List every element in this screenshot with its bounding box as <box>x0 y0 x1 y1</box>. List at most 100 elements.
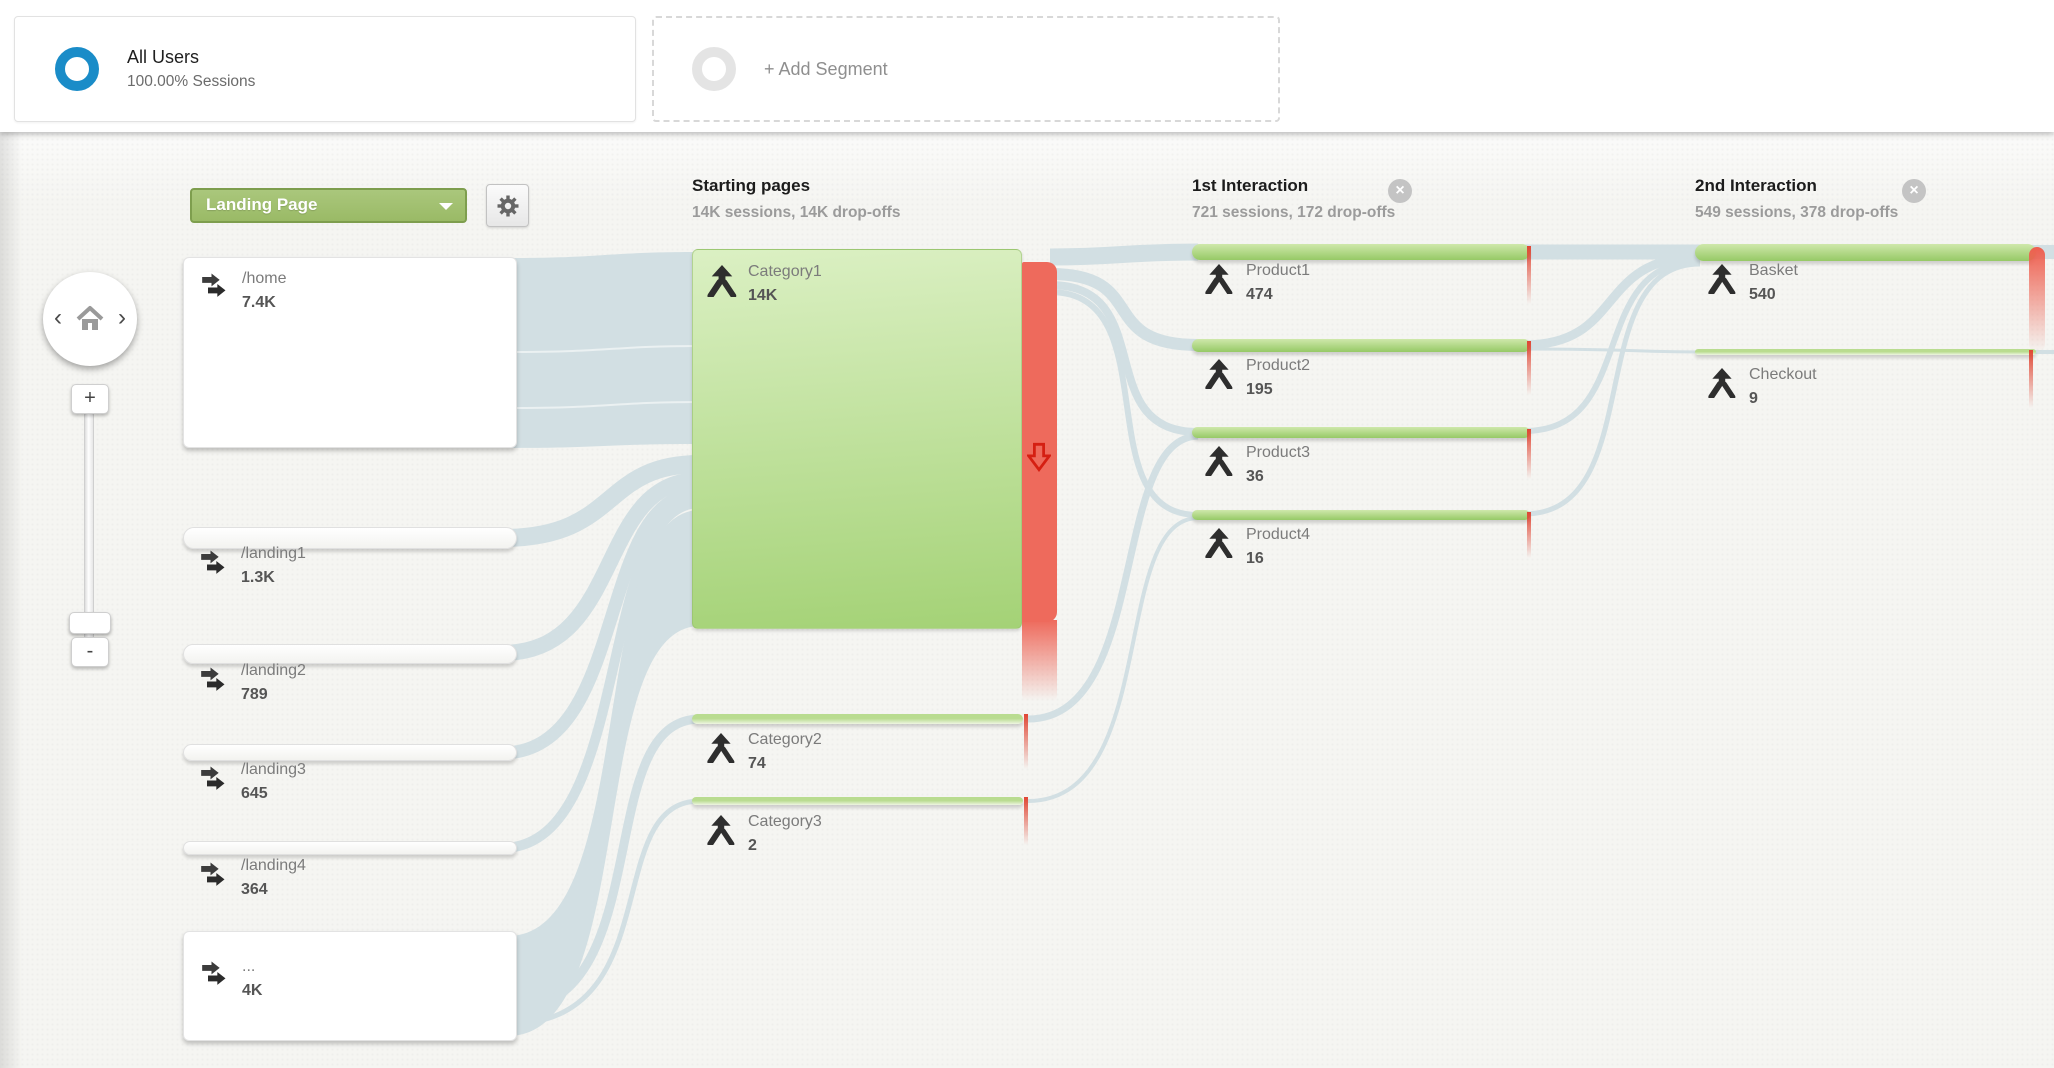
chevron-down-icon <box>439 203 453 210</box>
add-segment-label: + Add Segment <box>764 59 888 80</box>
node-label: Product2 <box>1246 357 1310 375</box>
double-arrow-icon <box>199 859 229 887</box>
node-value: 7.4K <box>242 294 286 312</box>
double-arrow-icon <box>199 763 229 791</box>
remove-step-button[interactable]: × <box>1388 179 1412 203</box>
drop-off-tick <box>1024 797 1028 845</box>
merge-arrow-icon <box>706 733 736 763</box>
home-icon[interactable] <box>74 305 106 333</box>
drop-off-tick <box>1527 341 1531 395</box>
node-value: 36 <box>1246 468 1310 486</box>
merge-arrow-icon <box>1204 446 1234 476</box>
segment-title: All Users <box>127 47 255 68</box>
flow-navigator: ‹ › <box>43 272 137 366</box>
nav-prev-button[interactable]: ‹ <box>54 304 62 332</box>
node-value: 540 <box>1749 286 1798 304</box>
node-category2-bar[interactable] <box>692 714 1023 724</box>
double-arrow-icon <box>199 547 229 575</box>
drop-off-tick <box>2029 350 2033 408</box>
node-value: 789 <box>241 686 306 704</box>
gear-icon <box>496 194 520 218</box>
drop-off-blob <box>2029 247 2045 352</box>
node-basket-bar[interactable] <box>1695 244 2036 261</box>
close-icon: × <box>1395 182 1404 199</box>
column-title-2nd-interaction: 2nd Interaction <box>1695 176 1817 196</box>
column-subtitle: 549 sessions, 378 drop-offs <box>1695 204 1898 222</box>
node-label: Basket <box>1749 262 1798 280</box>
node-label: Checkout <box>1749 366 1817 384</box>
node-label: Category3 <box>748 813 822 831</box>
node-category1-block[interactable] <box>692 249 1022 629</box>
node-label: Product4 <box>1246 526 1310 544</box>
close-icon: × <box>1909 182 1918 199</box>
add-segment-button[interactable]: + Add Segment <box>652 16 1280 122</box>
node-value: 364 <box>241 881 306 899</box>
node-product2-bar[interactable] <box>1192 339 1530 352</box>
node-value: 1.3K <box>241 569 306 587</box>
nav-next-button[interactable]: › <box>118 304 126 332</box>
merge-arrow-icon <box>1204 528 1234 558</box>
node-value: 4K <box>242 982 262 1000</box>
node-home[interactable]: /home 7.4K <box>183 257 517 448</box>
segment-ring-icon <box>55 47 99 91</box>
column-subtitle: 721 sessions, 172 drop-offs <box>1192 204 1395 222</box>
merge-arrow-icon <box>706 815 736 845</box>
node-value: 474 <box>1246 286 1310 304</box>
dimension-dropdown-label: Landing Page <box>206 195 317 214</box>
node-label: /landing2 <box>241 662 306 680</box>
node-landing2-bar[interactable] <box>183 644 517 664</box>
node-landing1-bar[interactable] <box>183 527 517 549</box>
zoom-slider-track[interactable] <box>84 413 94 639</box>
node-other-pages[interactable]: ... 4K <box>183 931 517 1041</box>
node-value: 74 <box>748 755 822 773</box>
node-label: /landing1 <box>241 545 306 563</box>
node-value: 14K <box>748 287 822 305</box>
node-value: 16 <box>1246 550 1310 568</box>
drop-off-tick <box>1024 714 1028 769</box>
segment-bar: All Users 100.00% Sessions + Add Segment <box>0 0 2054 132</box>
zoom-in-button[interactable]: + <box>71 384 109 414</box>
zoom-out-button[interactable]: - <box>71 637 109 667</box>
node-product4-bar[interactable] <box>1192 510 1530 520</box>
merge-arrow-icon <box>706 265 738 297</box>
double-arrow-icon <box>200 270 230 298</box>
merge-arrow-icon <box>1204 264 1234 294</box>
node-label: ... <box>242 958 262 976</box>
node-product3-bar[interactable] <box>1192 427 1530 438</box>
node-checkout-bar[interactable] <box>1695 349 2036 355</box>
drop-off-tick <box>1527 429 1531 479</box>
column-title-starting-pages: Starting pages <box>692 176 810 196</box>
node-label: Category1 <box>748 263 822 281</box>
node-value: 9 <box>1749 390 1817 408</box>
merge-arrow-icon <box>1204 359 1234 389</box>
drop-off-tick <box>1527 246 1531 304</box>
drop-off-arrow-icon <box>1027 442 1051 472</box>
segment-card-all-users[interactable]: All Users 100.00% Sessions <box>14 16 636 122</box>
column-title-1st-interaction: 1st Interaction <box>1192 176 1308 196</box>
node-label: /landing3 <box>241 761 306 779</box>
node-value: 645 <box>241 785 306 803</box>
node-label: Category2 <box>748 731 822 749</box>
node-landing4-bar[interactable] <box>183 841 517 855</box>
node-value: 195 <box>1246 381 1310 399</box>
drop-off-fade <box>1022 620 1057 708</box>
merge-arrow-icon <box>1707 368 1737 398</box>
node-product1-bar[interactable] <box>1192 244 1530 260</box>
node-label: Product1 <box>1246 262 1310 280</box>
node-label: /landing4 <box>241 857 306 875</box>
node-value: 2 <box>748 837 822 855</box>
remove-step-button[interactable]: × <box>1902 179 1926 203</box>
node-category3-bar[interactable] <box>692 797 1023 805</box>
left-edge-shade <box>0 132 22 1068</box>
node-landing3-bar[interactable] <box>183 744 517 761</box>
zoom-slider-handle[interactable] <box>69 612 111 634</box>
settings-button[interactable] <box>486 184 529 227</box>
segment-subtitle: 100.00% Sessions <box>127 73 255 91</box>
dimension-dropdown[interactable]: Landing Page <box>190 188 467 223</box>
column-subtitle: 14K sessions, 14K drop-offs <box>692 204 900 222</box>
merge-arrow-icon <box>1707 264 1737 294</box>
double-arrow-icon <box>200 958 230 986</box>
add-segment-ring-icon <box>692 47 736 91</box>
users-flow-report: All Users 100.00% Sessions + Add Segment… <box>0 0 2054 1068</box>
node-label: /home <box>242 270 286 288</box>
